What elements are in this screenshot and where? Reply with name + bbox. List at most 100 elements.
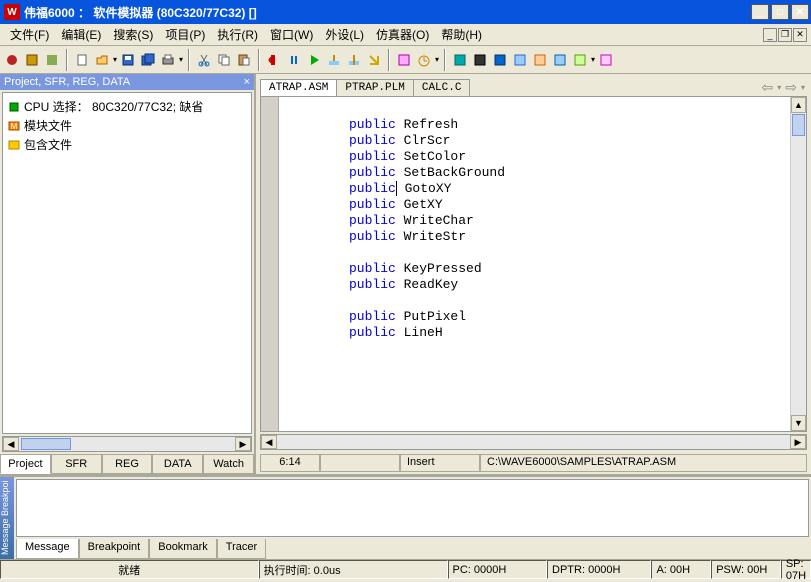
tab-project[interactable]: Project <box>0 454 51 474</box>
file-path: C:\WAVE6000\SAMPLES\ATRAP.ASM <box>480 454 807 472</box>
scroll-left-icon[interactable]: ◀ <box>261 435 277 449</box>
scroll-up-icon[interactable]: ▲ <box>791 97 806 113</box>
minimize-button[interactable]: _ <box>751 4 769 20</box>
tb-stepinto-icon[interactable] <box>345 51 363 69</box>
status-psw: PSW: 00H <box>711 560 781 579</box>
tb-stepover-icon[interactable] <box>325 51 343 69</box>
message-panel-side-label: Message Breakpoi <box>0 477 14 559</box>
tb-paste-icon[interactable] <box>235 51 253 69</box>
mdi-restore-button[interactable]: ❐ <box>778 28 792 42</box>
menu-emulator[interactable]: 仿真器(O) <box>370 24 435 45</box>
tb-open-icon[interactable] <box>93 51 111 69</box>
message-tabs: Message Breakpoint Bookmark Tracer <box>14 539 811 559</box>
tb-grid6-icon[interactable] <box>551 51 569 69</box>
tb-reset-icon[interactable] <box>265 51 283 69</box>
scroll-down-icon[interactable]: ▼ <box>791 415 806 431</box>
scroll-thumb[interactable] <box>792 114 805 136</box>
tab-reg[interactable]: REG <box>102 454 153 474</box>
menu-bar: 文件(F) 编辑(E) 搜索(S) 项目(P) 执行(R) 窗口(W) 外设(L… <box>0 24 811 46</box>
project-panel: Project, SFR, REG, DATA × CPU 选择： 80C320… <box>0 74 256 474</box>
tab-sfr[interactable]: SFR <box>51 454 102 474</box>
svg-text:M: M <box>11 122 18 131</box>
project-panel-header: Project, SFR, REG, DATA × <box>0 74 254 90</box>
msg-tab-message[interactable]: Message <box>16 539 79 559</box>
cpu-icon <box>7 100 21 114</box>
tree-module-item[interactable]: M 模块文件 <box>7 116 247 135</box>
mdi-close-button[interactable]: ✕ <box>793 28 807 42</box>
msg-tab-bookmark[interactable]: Bookmark <box>149 539 217 559</box>
tb-save-icon[interactable] <box>119 51 137 69</box>
menu-run[interactable]: 执行(R) <box>211 24 264 45</box>
tb-grid2-icon[interactable] <box>471 51 489 69</box>
insert-mode: Insert <box>400 454 480 472</box>
status-pc: PC: 0000H <box>448 560 547 579</box>
project-hscrollbar[interactable]: ◀ ▶ <box>2 436 252 452</box>
tb-timer-icon[interactable] <box>415 51 433 69</box>
tb-cut-icon[interactable] <box>195 51 213 69</box>
scroll-right-icon[interactable]: ▶ <box>235 437 251 451</box>
editor-gutter <box>261 97 279 431</box>
tb-grid1-icon[interactable] <box>451 51 469 69</box>
tb-grid4-icon[interactable] <box>511 51 529 69</box>
title-bar: W 伟福6000 ： 软件模拟器 (80C320/77C32) [] _ □ ✕ <box>0 0 811 24</box>
nav-forward-icon[interactable]: ⇨ <box>785 79 797 96</box>
project-panel-close-icon[interactable]: × <box>244 76 250 88</box>
editor-tab-ptrap[interactable]: PTRAP.PLM <box>336 79 413 96</box>
tb-tool-icon[interactable] <box>43 51 61 69</box>
status-time: 执行时间: 0.0us <box>259 560 448 579</box>
tb-run-icon[interactable] <box>305 51 323 69</box>
menu-search[interactable]: 搜索(S) <box>107 24 159 45</box>
editor-statusbar: 6:14 Insert C:\WAVE6000\SAMPLES\ATRAP.AS… <box>260 454 807 472</box>
editor-tab-atrap[interactable]: ATRAP.ASM <box>260 79 337 96</box>
menu-file[interactable]: 文件(F) <box>4 24 55 45</box>
tb-view1-icon[interactable] <box>395 51 413 69</box>
menu-window[interactable]: 窗口(W) <box>264 24 319 45</box>
tab-data[interactable]: DATA <box>152 454 203 474</box>
tab-watch[interactable]: Watch <box>203 454 254 474</box>
scroll-thumb[interactable] <box>21 438 71 450</box>
menu-project[interactable]: 项目(P) <box>159 24 211 45</box>
tb-new-icon[interactable] <box>73 51 91 69</box>
project-tree[interactable]: CPU 选择： 80C320/77C32; 缺省 M 模块文件 包含文件 <box>2 92 252 434</box>
editor-vscrollbar[interactable]: ▲ ▼ <box>790 97 806 431</box>
tb-grid5-icon[interactable] <box>531 51 549 69</box>
tree-cpu-item[interactable]: CPU 选择： 80C320/77C32; 缺省 <box>7 97 247 116</box>
tb-stepout-icon[interactable] <box>365 51 383 69</box>
tb-saveall-icon[interactable] <box>139 51 157 69</box>
status-spacer <box>320 454 400 472</box>
mdi-minimize-button[interactable]: _ <box>763 28 777 42</box>
tb-pause-icon[interactable] <box>285 51 303 69</box>
tb-print-icon[interactable] <box>159 51 177 69</box>
maximize-button[interactable]: □ <box>771 4 789 20</box>
tb-grid3-icon[interactable] <box>491 51 509 69</box>
editor-tab-calc[interactable]: CALC.C <box>413 79 471 96</box>
status-dptr: DPTR: 0000H <box>547 560 651 579</box>
tb-bug-icon[interactable] <box>3 51 21 69</box>
project-panel-title: Project, SFR, REG, DATA <box>4 76 130 88</box>
tb-options-icon[interactable] <box>23 51 41 69</box>
scroll-right-icon[interactable]: ▶ <box>790 435 806 449</box>
menu-peripheral[interactable]: 外设(L) <box>319 24 370 45</box>
window-title: 伟福6000 ： 软件模拟器 (80C320/77C32) [] <box>24 4 751 21</box>
menu-edit[interactable]: 编辑(E) <box>55 24 107 45</box>
tb-copy-icon[interactable] <box>215 51 233 69</box>
status-ready: 就绪 <box>0 560 259 579</box>
scroll-left-icon[interactable]: ◀ <box>3 437 19 451</box>
status-sp: SP: 07H <box>781 560 811 579</box>
tree-item-label: 模块文件 <box>24 117 72 134</box>
project-tabs: Project SFR REG DATA Watch <box>0 454 254 474</box>
tb-grid7-icon[interactable] <box>571 51 589 69</box>
include-icon <box>7 138 21 152</box>
msg-tab-tracer[interactable]: Tracer <box>217 539 266 559</box>
editor-hscrollbar[interactable]: ◀ ▶ <box>260 434 807 450</box>
code-editor[interactable]: public Refreshpublic ClrScrpublic SetCol… <box>279 97 790 431</box>
menu-help[interactable]: 帮助(H) <box>435 24 488 45</box>
close-button[interactable]: ✕ <box>791 4 809 20</box>
msg-tab-breakpoint[interactable]: Breakpoint <box>79 539 150 559</box>
tree-include-item[interactable]: 包含文件 <box>7 135 247 154</box>
editor-panel: ATRAP.ASM PTRAP.PLM CALC.C ⇦ ▾ ⇨ ▾ publi… <box>256 74 811 474</box>
message-content[interactable] <box>16 479 809 537</box>
nav-back-icon[interactable]: ⇦ <box>762 79 774 96</box>
tb-grid8-icon[interactable] <box>597 51 615 69</box>
cursor-position: 6:14 <box>260 454 320 472</box>
